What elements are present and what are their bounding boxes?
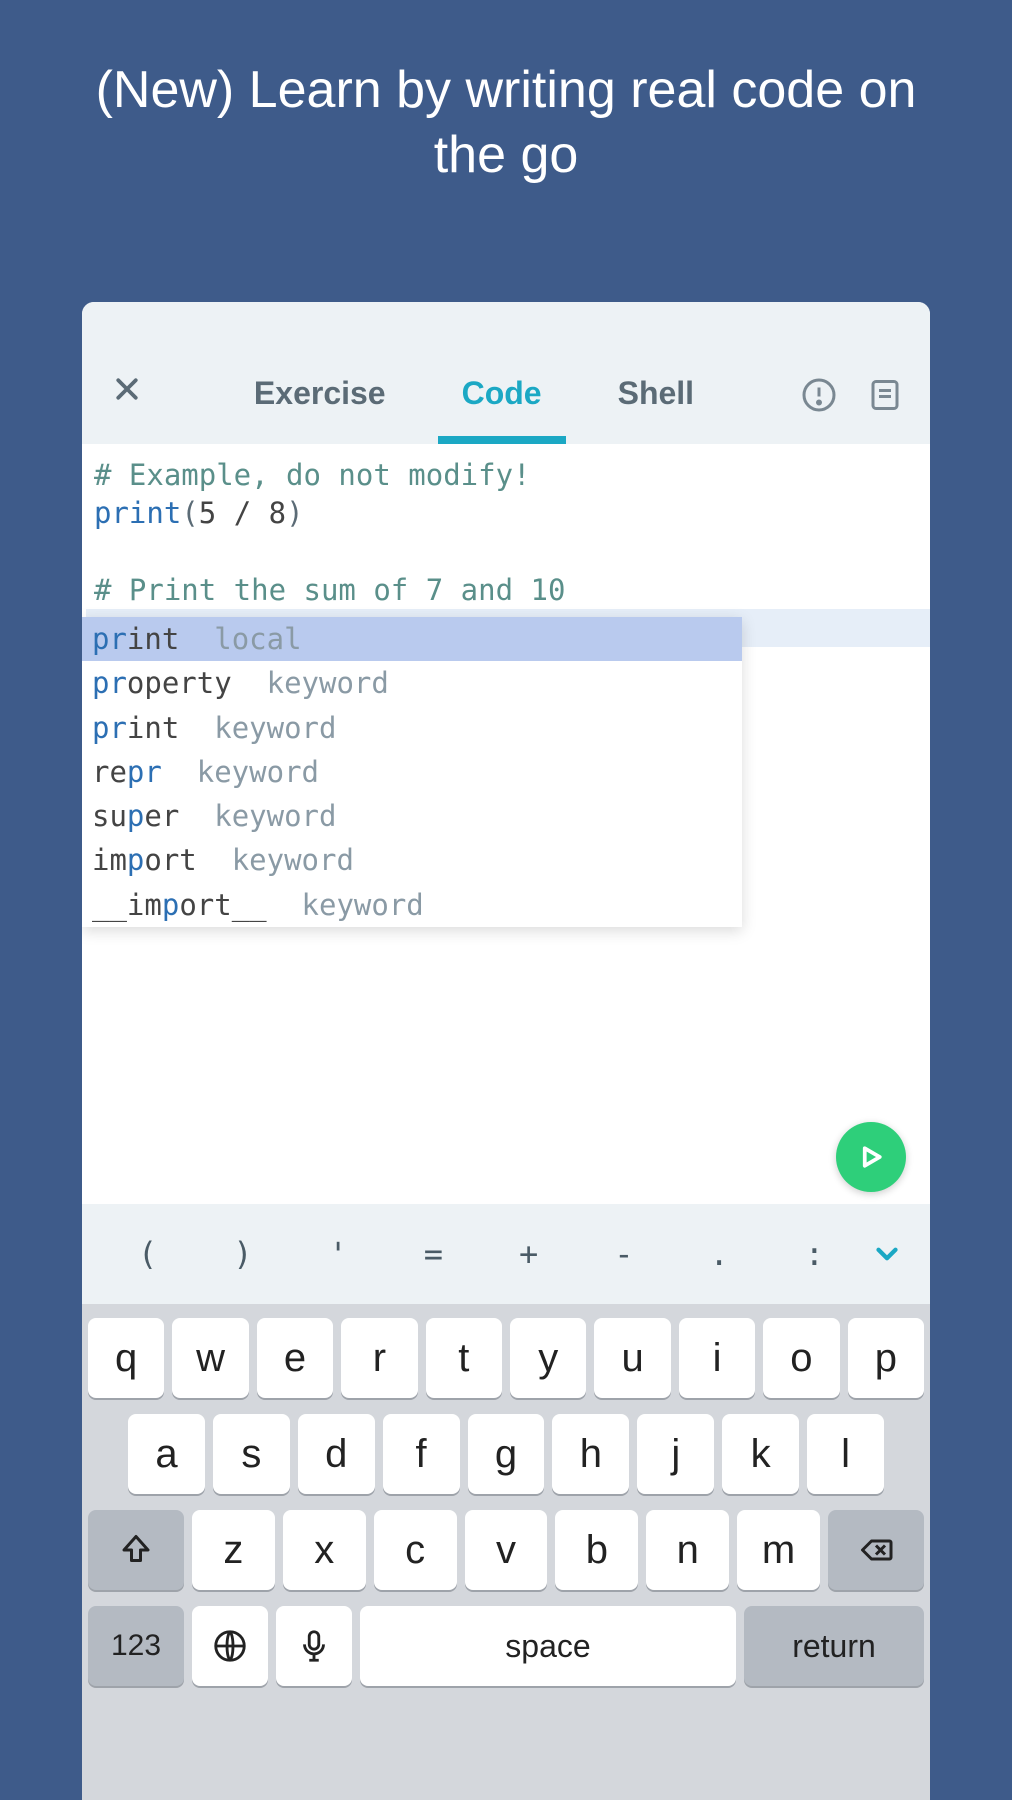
symbol-key[interactable]: - — [576, 1235, 671, 1273]
symbol-key[interactable]: ' — [291, 1235, 386, 1273]
tabs: Exercise Code Shell — [148, 302, 800, 444]
key-m[interactable]: m — [737, 1510, 820, 1590]
tab-code[interactable]: Code — [424, 375, 580, 444]
notes-icon — [867, 377, 903, 413]
keyboard-row: 123 space return — [88, 1606, 924, 1686]
code-line: # Print the sum of 7 and 10 — [86, 571, 930, 609]
code-line: print(5 / 8) — [86, 494, 930, 532]
close-icon — [112, 374, 142, 404]
key-q[interactable]: q — [88, 1318, 164, 1398]
key-e[interactable]: e — [257, 1318, 333, 1398]
shift-icon — [118, 1532, 154, 1568]
key-z[interactable]: z — [192, 1510, 275, 1590]
key-a[interactable]: a — [128, 1414, 205, 1494]
key-n[interactable]: n — [646, 1510, 729, 1590]
toolbar: Exercise Code Shell — [82, 302, 930, 444]
key-backspace[interactable] — [828, 1510, 924, 1590]
key-numbers[interactable]: 123 — [88, 1606, 184, 1686]
code-editor[interactable]: # Example, do not modify! print(5 / 8) #… — [82, 444, 930, 1204]
key-w[interactable]: w — [172, 1318, 248, 1398]
keyboard-row: z x c v b n m — [88, 1510, 924, 1590]
autocomplete-item[interactable]: print local — [82, 617, 742, 661]
keyboard-row: a s d f g h j k l — [88, 1414, 924, 1494]
key-h[interactable]: h — [552, 1414, 629, 1494]
key-u[interactable]: u — [594, 1318, 670, 1398]
toolbar-actions — [800, 376, 904, 414]
key-t[interactable]: t — [426, 1318, 502, 1398]
autocomplete-item[interactable]: print keyword — [82, 706, 742, 750]
symbol-key[interactable]: . — [672, 1235, 767, 1273]
autocomplete-item[interactable]: super keyword — [82, 794, 742, 838]
globe-icon — [211, 1627, 249, 1665]
autocomplete-popup: print local property keyword print keywo… — [82, 617, 742, 927]
key-g[interactable]: g — [468, 1414, 545, 1494]
autocomplete-item[interactable]: __import__ keyword — [82, 883, 742, 927]
key-l[interactable]: l — [807, 1414, 884, 1494]
tab-exercise[interactable]: Exercise — [216, 375, 424, 444]
key-v[interactable]: v — [465, 1510, 548, 1590]
symbol-key[interactable]: ) — [195, 1235, 290, 1273]
code-line: # Example, do not modify! — [86, 456, 930, 494]
collapse-symbols-button[interactable] — [862, 1237, 912, 1271]
close-button[interactable] — [106, 368, 148, 410]
alert-icon — [801, 377, 837, 413]
key-j[interactable]: j — [637, 1414, 714, 1494]
key-s[interactable]: s — [213, 1414, 290, 1494]
code-line — [86, 533, 930, 571]
key-f[interactable]: f — [383, 1414, 460, 1494]
key-p[interactable]: p — [848, 1318, 924, 1398]
autocomplete-item[interactable]: property keyword — [82, 661, 742, 705]
keyboard-row: q w e r t y u i o p — [88, 1318, 924, 1398]
autocomplete-item[interactable]: repr keyword — [82, 750, 742, 794]
symbol-key[interactable]: + — [481, 1235, 576, 1273]
key-mic[interactable] — [276, 1606, 352, 1686]
notes-button[interactable] — [866, 376, 904, 414]
key-d[interactable]: d — [298, 1414, 375, 1494]
key-o[interactable]: o — [763, 1318, 839, 1398]
key-c[interactable]: c — [374, 1510, 457, 1590]
symbol-bar: ( ) ' = + - . : — [82, 1204, 930, 1304]
symbol-key[interactable]: : — [767, 1235, 862, 1273]
key-return[interactable]: return — [744, 1606, 924, 1686]
key-shift[interactable] — [88, 1510, 184, 1590]
key-k[interactable]: k — [722, 1414, 799, 1494]
play-icon — [856, 1142, 886, 1172]
key-r[interactable]: r — [341, 1318, 417, 1398]
app-frame: Exercise Code Shell # Example, do not mo… — [82, 302, 930, 1800]
promo-title: (New) Learn by writing real code on the … — [0, 0, 1012, 188]
autocomplete-item[interactable]: import keyword — [82, 838, 742, 882]
run-button[interactable] — [836, 1122, 906, 1192]
mic-icon — [295, 1627, 333, 1665]
hint-button[interactable] — [800, 376, 838, 414]
symbol-key[interactable]: ( — [100, 1235, 195, 1273]
keyboard: q w e r t y u i o p a s d f g h j k l z — [82, 1304, 930, 1800]
key-x[interactable]: x — [283, 1510, 366, 1590]
key-b[interactable]: b — [555, 1510, 638, 1590]
symbol-key[interactable]: = — [386, 1235, 481, 1273]
key-i[interactable]: i — [679, 1318, 755, 1398]
key-space[interactable]: space — [360, 1606, 736, 1686]
chevron-down-icon — [870, 1237, 904, 1271]
tab-shell[interactable]: Shell — [580, 375, 732, 444]
key-globe[interactable] — [192, 1606, 268, 1686]
key-y[interactable]: y — [510, 1318, 586, 1398]
backspace-icon — [858, 1532, 894, 1568]
